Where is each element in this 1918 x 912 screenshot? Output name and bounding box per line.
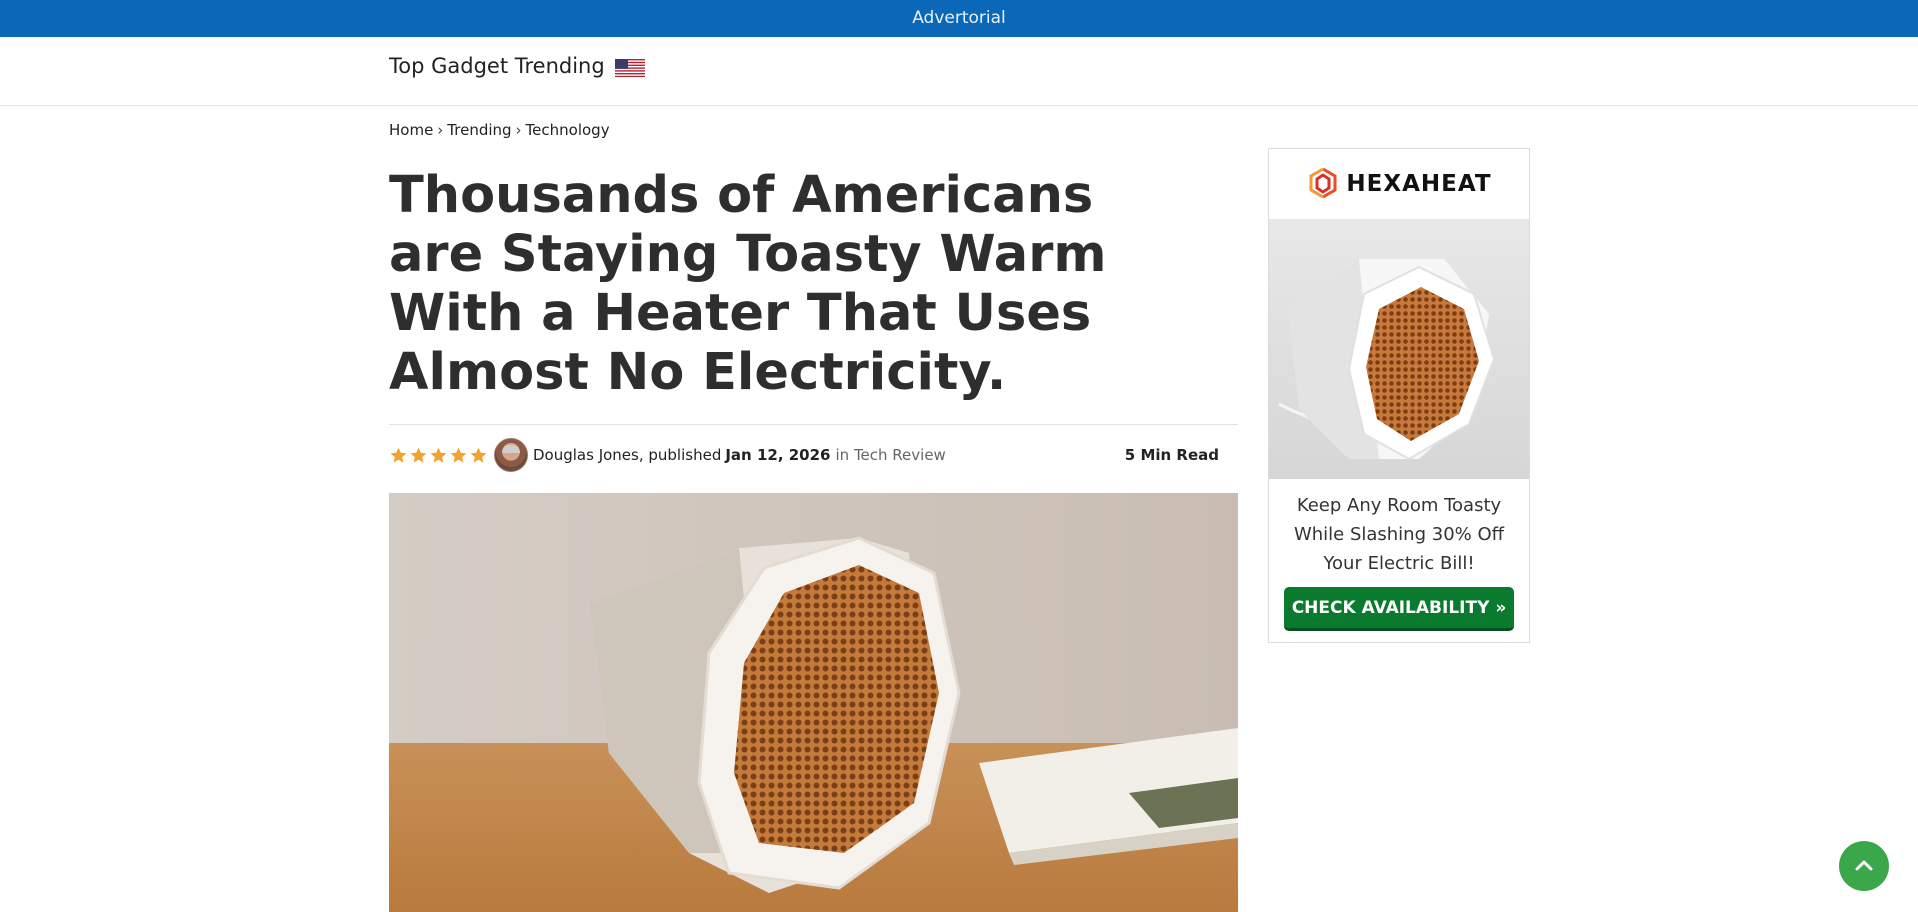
- breadcrumb-trending[interactable]: Trending: [447, 121, 511, 139]
- sidebar-brand-name: HEXAHEAT: [1346, 171, 1492, 197]
- breadcrumb-separator: ›: [515, 121, 522, 139]
- star-icon: [450, 447, 467, 463]
- breadcrumb-separator: ›: [437, 121, 444, 139]
- rating-stars: [389, 446, 488, 465]
- site-name[interactable]: Top Gadget Trending: [389, 54, 605, 78]
- breadcrumb-technology[interactable]: Technology: [526, 121, 610, 139]
- check-availability-button[interactable]: CHECK AVAILABILITY »: [1284, 587, 1514, 631]
- article-headline: Thousands of Americans are Staying Toast…: [389, 166, 1107, 402]
- hexaheat-logo[interactable]: HEXAHEAT: [1269, 149, 1529, 219]
- back-to-top-button[interactable]: [1839, 841, 1889, 891]
- advertorial-banner: Advertorial: [0, 0, 1918, 37]
- star-icon: [430, 447, 447, 463]
- sidebar-product-image[interactable]: [1269, 219, 1529, 479]
- hexaheat-logo-icon: [1309, 167, 1337, 199]
- star-icon: [410, 447, 427, 463]
- star-icon: [390, 447, 407, 463]
- site-brand[interactable]: Top Gadget Trending: [389, 54, 645, 78]
- article-category[interactable]: in Tech Review: [836, 446, 946, 464]
- author-name: Douglas Jones, published: [533, 446, 722, 464]
- breadcrumb-home[interactable]: Home: [389, 121, 433, 139]
- us-flag-icon: [614, 59, 645, 77]
- chevron-up-icon: [1855, 860, 1873, 871]
- hero-product-image: [389, 493, 1238, 912]
- star-icon: [470, 447, 487, 463]
- heater-photo: [389, 493, 1238, 912]
- author-avatar: [494, 438, 528, 472]
- read-time: 5 Min Read: [1124, 446, 1219, 464]
- sidebar-ad[interactable]: HEXAHEAT Keep Any Room Toasty While Slas…: [1268, 148, 1530, 643]
- heater-product-photo: [1278, 259, 1496, 461]
- site-header: Top Gadget Trending: [0, 37, 1918, 106]
- sidebar-tagline: Keep Any Room Toasty While Slashing 30% …: [1293, 495, 1505, 574]
- divider: [389, 424, 1238, 425]
- article-meta: Douglas Jones, published Jan 12, 2026 in…: [389, 438, 1219, 472]
- publish-date: Jan 12, 2026: [725, 446, 831, 464]
- breadcrumb: Home › Trending › Technology: [389, 121, 610, 139]
